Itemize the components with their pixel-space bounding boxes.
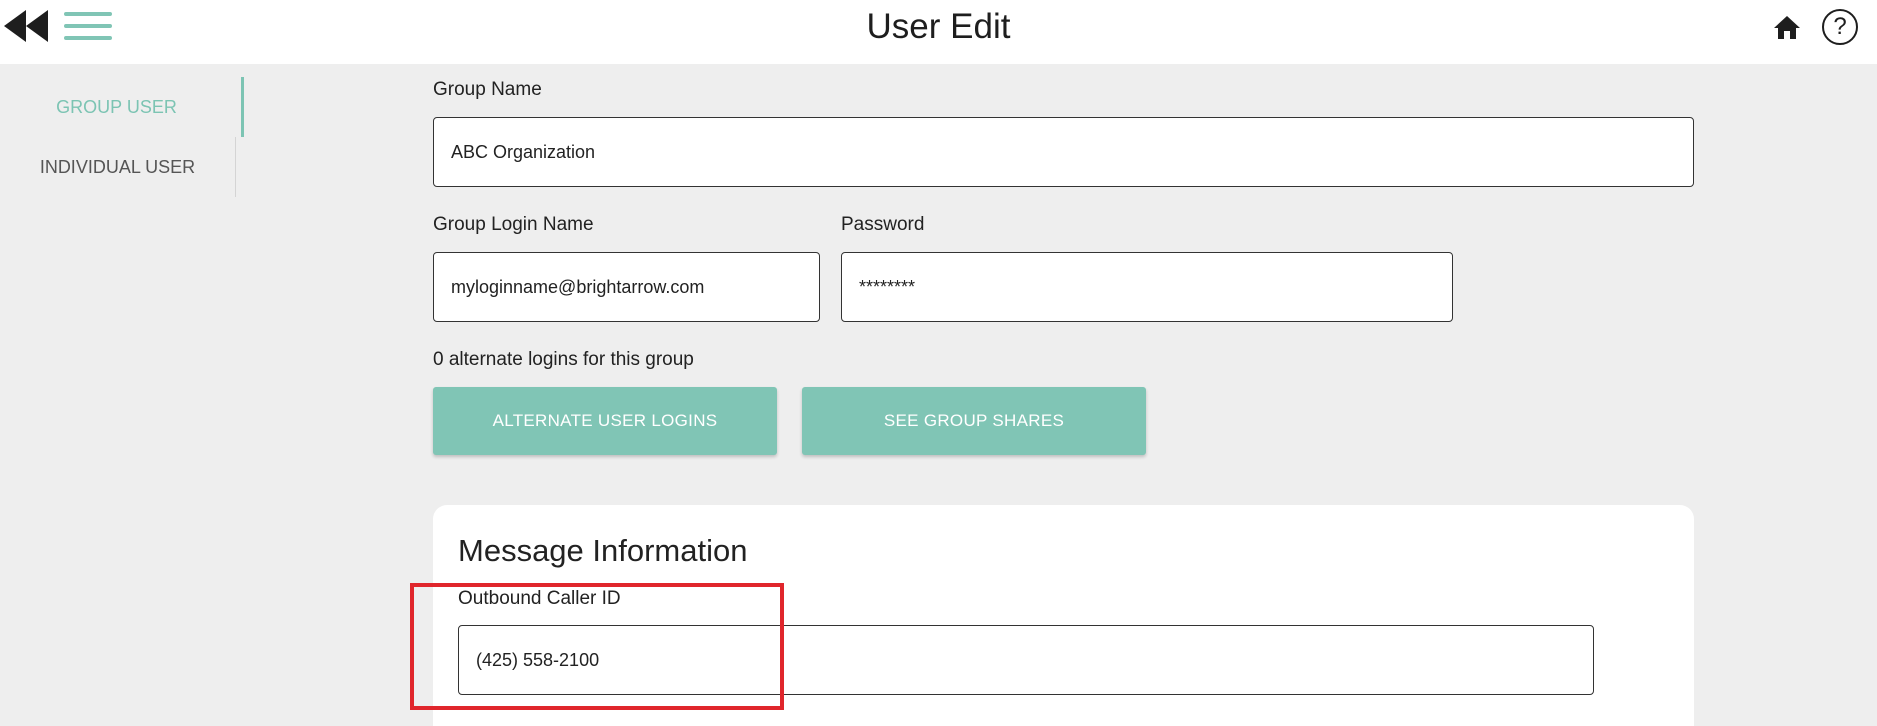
sidebar-nav: GROUP USER INDIVIDUAL USER xyxy=(0,77,244,197)
group-name-label: Group Name xyxy=(433,79,542,100)
password-label: Password xyxy=(841,214,925,235)
group-login-name-label: Group Login Name xyxy=(433,214,594,235)
double-chevron-left-icon[interactable] xyxy=(4,9,50,43)
hamburger-menu-icon[interactable] xyxy=(64,10,112,42)
group-name-field[interactable]: ABC Organization xyxy=(433,117,1694,187)
outbound-caller-id-field[interactable]: (425) 558-2100 xyxy=(458,625,1594,695)
alternate-user-logins-button[interactable]: ALTERNATE USER LOGINS xyxy=(433,387,777,455)
sidebar-item-individual-user[interactable]: INDIVIDUAL USER xyxy=(0,137,236,197)
home-icon[interactable] xyxy=(1772,13,1802,41)
section-title: Message Information xyxy=(458,533,748,568)
top-bar: User Edit ? xyxy=(0,0,1877,64)
help-icon[interactable]: ? xyxy=(1822,9,1858,45)
sidebar-item-group-user[interactable]: GROUP USER xyxy=(0,77,244,137)
password-field[interactable]: ******** xyxy=(841,252,1453,322)
alternate-logins-count: 0 alternate logins for this group xyxy=(433,349,694,370)
see-group-shares-button[interactable]: SEE GROUP SHARES xyxy=(802,387,1146,455)
group-login-name-field[interactable]: myloginname@brightarrow.com xyxy=(433,252,820,322)
outbound-caller-id-label: Outbound Caller ID xyxy=(458,588,621,609)
message-information-card: Message Information Outbound Caller ID (… xyxy=(433,505,1694,726)
page-title: User Edit xyxy=(866,7,1011,46)
